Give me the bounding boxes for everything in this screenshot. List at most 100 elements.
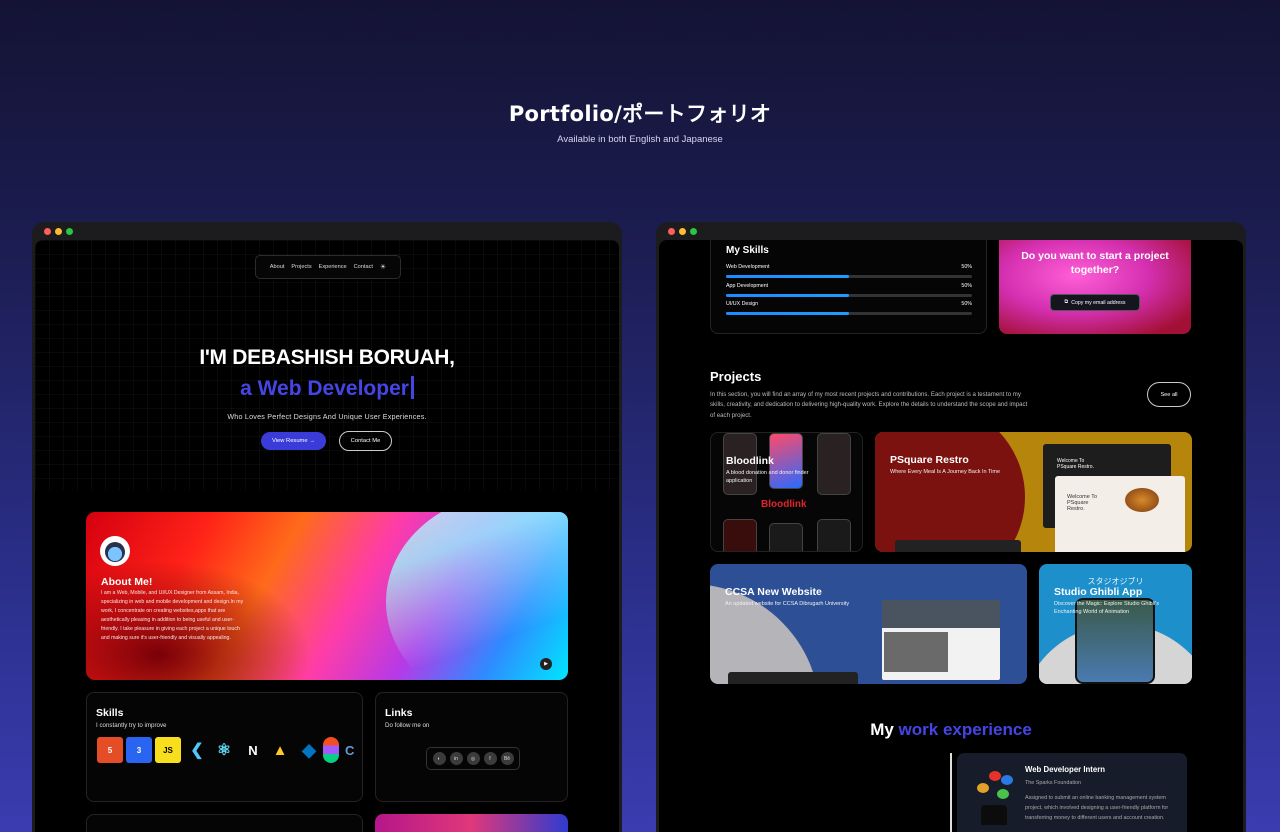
view-resume-button[interactable]: View Resume → bbox=[261, 432, 326, 450]
nav-about[interactable]: About bbox=[270, 264, 285, 270]
experience-card: Web Developer Intern The Sparks Foundati… bbox=[957, 753, 1187, 832]
close-dot-icon[interactable] bbox=[668, 228, 675, 235]
links-subtitle: Do follow me on bbox=[385, 722, 430, 729]
skill-name: App Development bbox=[726, 283, 769, 289]
experience-title-a: My bbox=[870, 720, 899, 739]
top-nav: About Projects Experience Contact ☀ bbox=[255, 255, 401, 279]
theme-toggle-icon[interactable]: ☀ bbox=[380, 263, 386, 271]
copy-email-label: Copy my email address bbox=[1071, 299, 1126, 306]
minimize-dot-icon[interactable] bbox=[55, 228, 62, 235]
c-icon: C bbox=[345, 742, 355, 758]
project-title: PSquare Restro bbox=[890, 454, 969, 466]
skill-fill bbox=[726, 294, 849, 297]
left-screen: About Projects Experience Contact ☀ I'M … bbox=[35, 240, 619, 832]
window-controls bbox=[668, 228, 697, 235]
flutter-icon: ❮ bbox=[190, 742, 204, 759]
laptop-mockup bbox=[895, 540, 1021, 552]
mockup-screen bbox=[882, 600, 1000, 680]
burger-icon bbox=[1125, 488, 1159, 512]
html5-icon: 5 bbox=[97, 737, 123, 763]
maximize-dot-icon[interactable] bbox=[66, 228, 73, 235]
about-card: About Me! I am a Web, Mobile, and UI/UX … bbox=[86, 512, 568, 680]
project-title: Bloodlink bbox=[726, 455, 774, 467]
projects-title: Projects bbox=[710, 369, 762, 384]
copy-email-button[interactable]: ⧉ Copy my email address bbox=[1050, 294, 1140, 311]
page-subtitle: Available in both English and Japanese bbox=[557, 134, 723, 145]
nextjs-icon: N bbox=[248, 742, 258, 758]
project-title: CCSA New Website bbox=[725, 586, 822, 598]
projects-description: In this section, you will find an array … bbox=[710, 391, 1028, 419]
skill-percent: 50% bbox=[961, 283, 972, 289]
experience-role: Web Developer Intern bbox=[1025, 765, 1106, 774]
copy-icon: ⧉ bbox=[1064, 299, 1069, 305]
skill-fill bbox=[726, 312, 849, 315]
typing-caret bbox=[410, 376, 414, 399]
project-tile-ccsa[interactable]: CCSA New Website An updated website for … bbox=[710, 564, 1027, 684]
start-project-card: Do you want to start a project together?… bbox=[999, 240, 1191, 334]
github-icon[interactable]: ◐ bbox=[432, 752, 446, 765]
react-icon: ⚛ bbox=[216, 742, 232, 759]
tile-blob bbox=[875, 432, 1025, 552]
left-browser-window: About Projects Experience Contact ☀ I'M … bbox=[32, 222, 622, 832]
project-subtitle: An updated website for CCSA Dibrugarh Un… bbox=[725, 601, 850, 607]
skill-percent: 50% bbox=[961, 301, 972, 307]
see-all-button[interactable]: See all bbox=[1147, 382, 1191, 407]
page-header: Portfolio/ポートフォリオ Available in both Engl… bbox=[0, 98, 1280, 145]
hero-role: a Web Developer bbox=[35, 376, 619, 401]
project-subtitle: Discover the Magic: Explore Studio Ghibl… bbox=[1054, 601, 1159, 615]
facebook-icon[interactable]: f bbox=[483, 752, 497, 765]
close-dot-icon[interactable] bbox=[44, 228, 51, 235]
skills-subtitle: I constantly try to improve bbox=[96, 722, 167, 729]
behance-icon[interactable]: Bē bbox=[500, 752, 514, 765]
mockup-text: Welcome To PSquare Restro. bbox=[1067, 494, 1098, 512]
my-skills-card: My Skills Web Development 50% App Develop… bbox=[710, 240, 987, 334]
play-icon[interactable]: ▶ bbox=[540, 658, 552, 670]
figma-icon bbox=[323, 737, 339, 763]
skill-track bbox=[726, 275, 972, 278]
tile-blob bbox=[710, 584, 820, 684]
links-title: Links bbox=[385, 707, 413, 719]
firebase-icon: ▲ bbox=[272, 741, 288, 759]
laptop-mockup bbox=[728, 672, 858, 684]
project-subtitle: Where Every Meal Is A Journey Back In Ti… bbox=[890, 469, 1001, 475]
project-title: Studio Ghibli App bbox=[1054, 586, 1143, 598]
page-title: Portfolio/ポートフォリオ bbox=[508, 102, 772, 126]
speech-bubbles-icon bbox=[971, 771, 1017, 827]
social-links: ◐ in ◎ f Bē bbox=[426, 747, 520, 770]
links-card: Links Do follow me on ◐ in ◎ f Bē bbox=[375, 692, 568, 802]
linkedin-icon[interactable]: in bbox=[449, 752, 463, 765]
experience-company: The Sparks Foundation bbox=[1025, 780, 1082, 786]
experience-description: Assigned to submit an online banking man… bbox=[1025, 795, 1169, 821]
nav-projects[interactable]: Projects bbox=[291, 264, 311, 270]
experience-title-b: work experience bbox=[898, 720, 1032, 739]
instagram-icon[interactable]: ◎ bbox=[466, 752, 480, 765]
about-title: About Me! bbox=[101, 576, 153, 588]
nav-experience[interactable]: Experience bbox=[319, 264, 347, 270]
skill-name: UI/UX Design bbox=[726, 301, 759, 307]
skill-percent: 50% bbox=[961, 264, 972, 270]
skill-track bbox=[726, 312, 972, 315]
hero-name: I'M DEBASHISH BORUAH, bbox=[199, 346, 455, 369]
dart-icon: ◆ bbox=[302, 739, 316, 760]
next-card-partial bbox=[86, 814, 363, 832]
experience-title: My work experience bbox=[659, 720, 1243, 740]
start-project-title: Do you want to start a project together? bbox=[1021, 250, 1169, 276]
right-screen: My Skills Web Development 50% App Develop… bbox=[659, 240, 1243, 832]
window-controls bbox=[44, 228, 73, 235]
nav-contact[interactable]: Contact bbox=[354, 264, 373, 270]
project-tile-psquare[interactable]: Welcome To PSquare Restro. Welcome To PS… bbox=[875, 432, 1192, 552]
maximize-dot-icon[interactable] bbox=[690, 228, 697, 235]
minimize-dot-icon[interactable] bbox=[679, 228, 686, 235]
next-gradient-card-partial bbox=[375, 814, 568, 832]
mockup-screen: Welcome To PSquare Restro. bbox=[1055, 476, 1185, 552]
skills-title: Skills bbox=[96, 707, 124, 719]
avatar bbox=[100, 536, 130, 566]
project-tile-bloodlink[interactable]: Bloodlink Bloodlink A blood donation and… bbox=[710, 432, 863, 552]
project-tile-ghibli[interactable]: スタジオジブリ Studio Ghibli App Discover the M… bbox=[1039, 564, 1192, 684]
skill-fill bbox=[726, 275, 849, 278]
right-browser-window: My Skills Web Development 50% App Develop… bbox=[656, 222, 1246, 832]
hero-role-text: a Web Developer bbox=[240, 377, 409, 400]
timeline-line bbox=[950, 753, 952, 832]
contact-me-button[interactable]: Contact Me bbox=[339, 431, 392, 451]
skills-card: Skills I constantly try to improve 5 3 J… bbox=[86, 692, 363, 802]
